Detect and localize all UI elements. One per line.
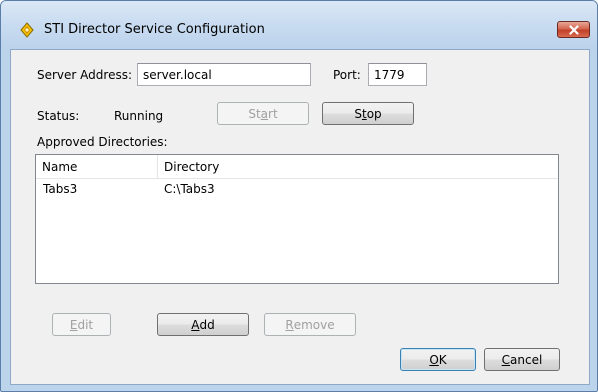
port-label: Port:	[333, 68, 361, 82]
start-button[interactable]: St a rt	[217, 102, 309, 125]
server-address-input[interactable]: server.local	[137, 63, 311, 86]
list-header: Name Directory	[36, 155, 558, 179]
server-address-label: Server Address:	[37, 68, 132, 82]
title-bar[interactable]: STI Director Service Configuration	[1, 1, 597, 47]
close-button[interactable]	[557, 21, 590, 38]
list-item-directory: C:\Tabs3	[164, 182, 215, 196]
window-title: STI Director Service Configuration	[44, 22, 265, 37]
start-button-label-part: St	[248, 106, 261, 121]
cancel-button-label-rest: ancel	[510, 352, 543, 367]
ok-button[interactable]: OK	[400, 348, 476, 371]
list-item-name: Tabs3	[43, 182, 78, 196]
add-button-mnemonic: A	[191, 317, 200, 332]
add-button[interactable]: Add	[157, 313, 249, 336]
remove-button-mnemonic: R	[285, 317, 294, 332]
close-icon	[568, 24, 579, 35]
stop-button-label-part: S	[354, 106, 362, 121]
edit-button-label-rest: dit	[77, 317, 94, 332]
edit-button[interactable]: Edit	[52, 313, 111, 336]
dialog-window: STI Director Service Configuration Serve…	[0, 0, 598, 392]
cancel-button-mnemonic: C	[501, 352, 511, 367]
dialog-client-area: Server Address: server.local Port: 1779 …	[10, 49, 590, 385]
column-header-directory[interactable]: Directory	[158, 155, 558, 178]
approved-directories-label: Approved Directories:	[37, 135, 168, 149]
stop-button[interactable]: St op	[322, 102, 414, 125]
ok-button-label-rest: K	[438, 352, 447, 367]
column-header-name[interactable]: Name	[36, 155, 158, 178]
edit-button-mnemonic: E	[69, 317, 78, 332]
start-button-mnemonic: a	[260, 106, 269, 121]
remove-button[interactable]: Remove	[264, 313, 356, 336]
add-button-label-rest: dd	[199, 317, 215, 332]
list-item[interactable]: Tabs3 C:\Tabs3	[36, 179, 558, 199]
status-value: Running	[114, 109, 164, 123]
stop-button-label-rest: op	[366, 106, 382, 121]
ok-button-mnemonic: O	[429, 352, 439, 367]
sti-director-icon	[20, 22, 34, 38]
port-input[interactable]: 1779	[368, 63, 427, 86]
status-label: Status:	[37, 109, 80, 123]
approved-directories-list[interactable]: Name Directory Tabs3 C:\Tabs3	[35, 154, 559, 284]
remove-button-label-rest: emove	[293, 317, 335, 332]
cancel-button[interactable]: Cancel	[484, 348, 560, 371]
start-button-label-rest: rt	[268, 106, 278, 121]
